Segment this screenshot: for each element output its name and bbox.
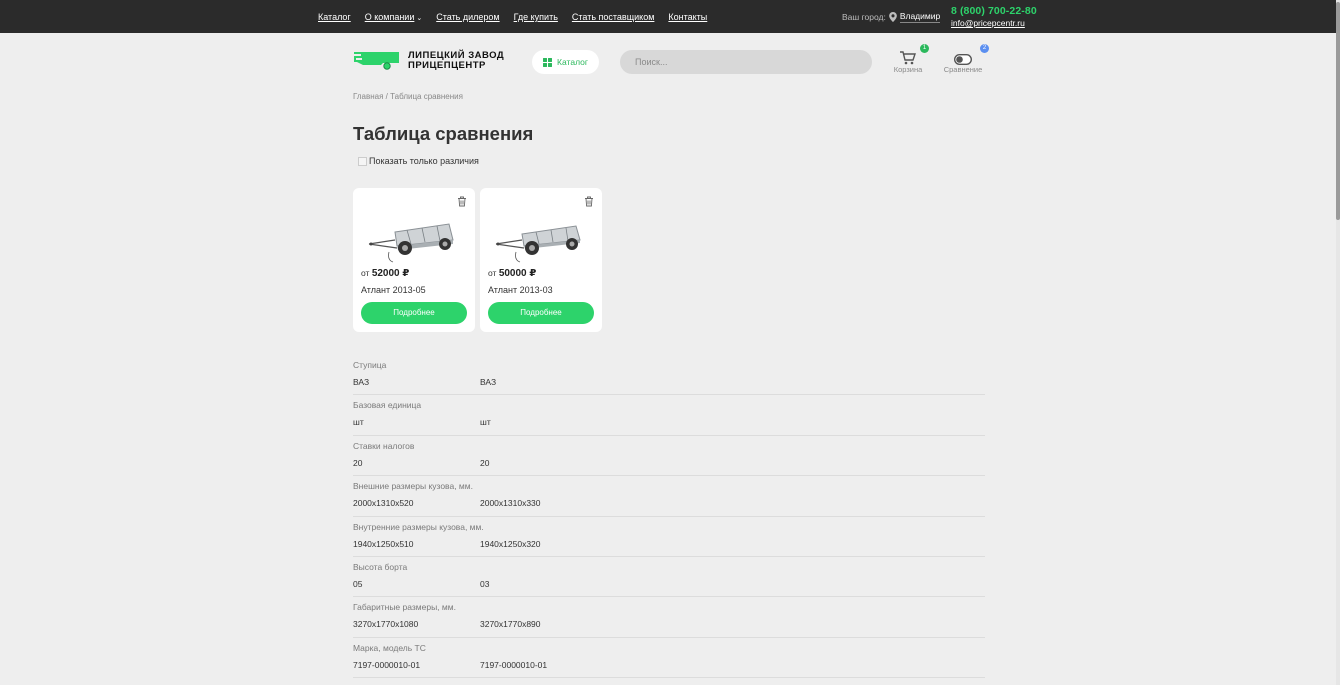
spec-value: 05: [353, 578, 363, 589]
show-differences-checkbox[interactable]: Показать только различия: [358, 156, 479, 166]
trailer-image[interactable]: [494, 216, 588, 264]
spec-label: Габаритные размеры, мм.: [353, 602, 456, 613]
spec-row: Марка, модель ТС 7197-0000010-01 7197-00…: [353, 638, 985, 679]
compare-count-badge: 2: [980, 44, 989, 53]
spec-row: Ступица ВАЗ ВАЗ: [353, 355, 985, 396]
logo-text: ЛИПЕЦКИЙ ЗАВОД ПРИЦЕПЦЕНТР: [408, 49, 505, 71]
catalog-button-label: Каталог: [557, 57, 588, 67]
logo-truck-icon: [354, 52, 399, 70]
top-nav: Каталог О компании ⌄ Стать дилером Где ку…: [318, 12, 707, 22]
cart-icon: [900, 51, 916, 65]
product-price: от 52000 ₽: [361, 268, 409, 279]
trash-icon[interactable]: [457, 196, 467, 207]
top-bar: Каталог О компании ⌄ Стать дилером Где ку…: [0, 0, 1336, 33]
spec-label: Базовая единица: [353, 400, 422, 411]
chevron-down-icon: ⌄: [416, 15, 423, 22]
logo[interactable]: ЛИПЕЦКИЙ ЗАВОД ПРИЦЕПЦЕНТР: [353, 50, 504, 71]
nav-become-supplier[interactable]: Стать поставщиком: [572, 12, 655, 22]
nav-about[interactable]: О компании ⌄: [365, 12, 423, 22]
nav-contacts[interactable]: Контакты: [668, 12, 707, 22]
city-name: Владимир: [899, 11, 941, 23]
price-value: 50000 ₽: [498, 268, 537, 279]
page-title: Таблица сравнения: [353, 123, 534, 144]
product-price: от 50000 ₽: [488, 268, 536, 279]
spec-value: 3270x1770x1080: [353, 619, 419, 630]
nav-become-dealer[interactable]: Стать дилером: [436, 12, 499, 22]
contact-block: 8 (800) 700-22-80 info@pricepcentr.ru: [951, 5, 1037, 28]
checkbox-box[interactable]: [358, 156, 367, 166]
spec-value: 1940x1250x510: [353, 538, 414, 549]
price-prefix: от: [361, 268, 370, 278]
product-card: от 52000 ₽ Атлант 2013-05 Подробнее: [353, 188, 475, 332]
page-scrollbar[interactable]: [1336, 0, 1340, 685]
trash-icon[interactable]: [584, 196, 594, 207]
trailer-image[interactable]: [367, 216, 461, 264]
grid-icon: [543, 57, 553, 67]
logo-line-2: ПРИЦЕПЦЕНТР: [408, 59, 486, 71]
spec-value: 03: [480, 578, 490, 589]
spec-row: Габаритные размеры, мм. 3270x1770x1080 3…: [353, 597, 985, 638]
spec-value: 7197-0000010-01: [353, 659, 421, 670]
spec-label: Внешние размеры кузова, мм.: [353, 481, 473, 492]
comparison-table: Ступица ВАЗ ВАЗ Базовая единица шт шт Ст…: [353, 355, 985, 679]
spec-row: Ставки налогов 20 20: [353, 436, 985, 477]
product-name[interactable]: Атлант 2013-03: [488, 285, 553, 295]
nav-where-to-buy[interactable]: Где купить: [514, 12, 558, 22]
spec-label: Марка, модель ТС: [353, 642, 426, 653]
product-card: от 50000 ₽ Атлант 2013-03 Подробнее: [480, 188, 602, 332]
details-button[interactable]: Подробнее: [361, 302, 467, 324]
spec-value: шт: [353, 417, 364, 428]
search-input[interactable]: [620, 50, 872, 74]
spec-value: 2000x1310x520: [353, 498, 414, 509]
breadcrumb[interactable]: Главная / Таблица сравнения: [353, 92, 463, 101]
email-link[interactable]: info@pricepcentr.ru: [951, 18, 1037, 28]
city-label: Ваш город:: [842, 12, 886, 22]
show-differences-label: Показать только различия: [369, 156, 479, 166]
spec-row: Внутренние размеры кузова, мм. 1940x1250…: [353, 517, 985, 557]
spec-row: Базовая единица шт шт: [353, 395, 985, 436]
details-button[interactable]: Подробнее: [488, 302, 594, 324]
compare-label: Сравнение: [943, 65, 983, 74]
nav-catalog[interactable]: Каталог: [318, 12, 351, 22]
spec-value: 20: [353, 457, 363, 468]
location-pin-icon: [888, 12, 897, 22]
spec-value: 2000x1310x330: [480, 498, 541, 509]
spec-value: шт: [480, 417, 491, 428]
spec-value: 1940x1250x320: [480, 538, 541, 549]
phone-link[interactable]: 8 (800) 700-22-80: [951, 5, 1037, 17]
spec-value: 3270x1770x890: [480, 619, 541, 630]
scrollbar-thumb[interactable]: [1336, 2, 1340, 220]
spec-label: Внутренние размеры кузова, мм.: [353, 521, 484, 532]
logo-line-1: ЛИПЕЦКИЙ ЗАВОД: [408, 49, 505, 61]
cart-count-badge: 1: [920, 44, 929, 53]
spec-value: 20: [480, 457, 490, 468]
nav-about-label: О компании: [364, 12, 415, 22]
spec-label: Ставки налогов: [353, 440, 415, 451]
product-name[interactable]: Атлант 2013-05: [361, 285, 426, 295]
spec-row: Высота борта 05 03: [353, 557, 985, 598]
spec-label: Ступица: [353, 360, 387, 370]
compare-toggle-icon: [954, 54, 972, 65]
spec-label: Высота борта: [353, 561, 408, 572]
cart-link[interactable]: 1 Корзина: [893, 44, 929, 74]
price-prefix: от: [488, 268, 497, 278]
compare-link[interactable]: 2 Сравнение: [943, 44, 989, 74]
catalog-button[interactable]: Каталог: [532, 50, 599, 74]
spec-value: ВАЗ: [353, 377, 370, 387]
city-selector[interactable]: Ваш город: Владимир: [842, 11, 941, 23]
spec-value: ВАЗ: [480, 377, 497, 387]
spec-row: Внешние размеры кузова, мм. 2000x1310x52…: [353, 476, 985, 517]
cart-label: Корзина: [893, 65, 923, 74]
price-value: 52000 ₽: [371, 268, 410, 279]
spec-value: 7197-0000010-01: [480, 659, 548, 670]
